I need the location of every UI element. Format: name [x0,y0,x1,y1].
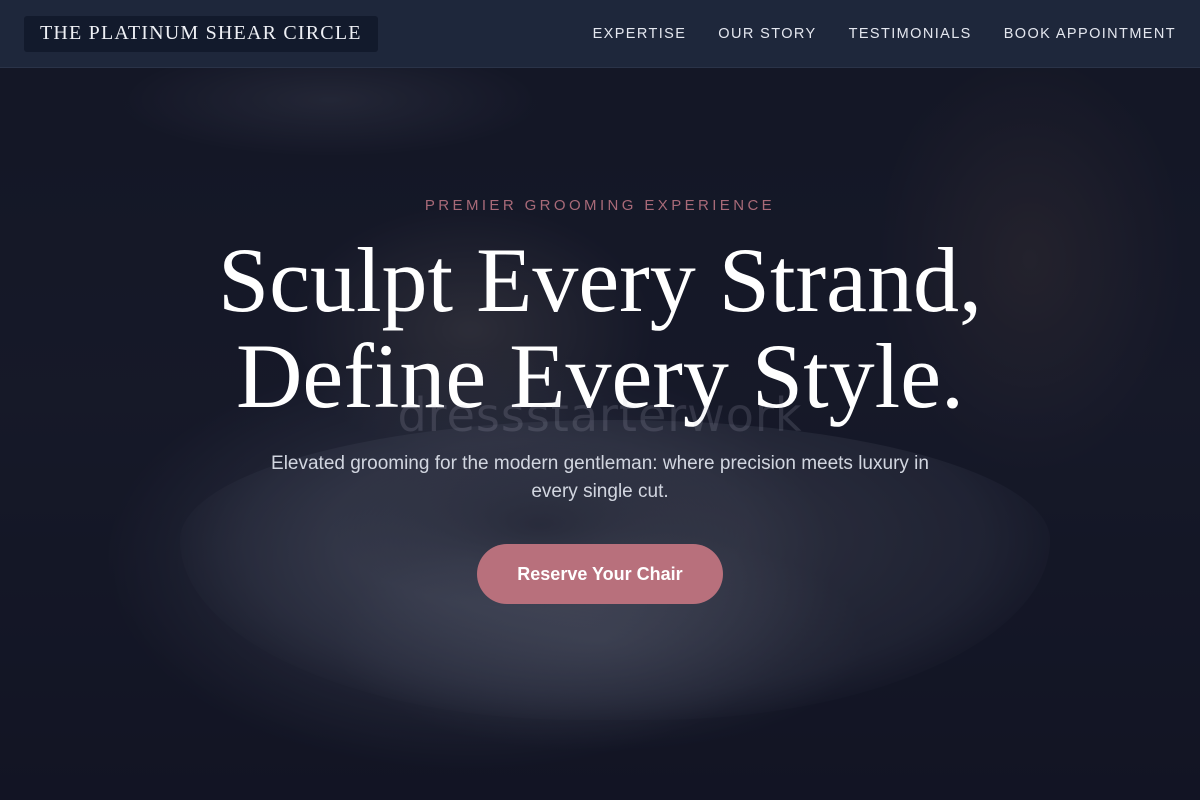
nav-link-expertise[interactable]: EXPERTISE [593,26,687,42]
reserve-chair-button[interactable]: Reserve Your Chair [477,544,723,604]
image-watermark: dressstarterwork [397,388,803,442]
nav-links: EXPERTISE OUR STORY TESTIMONIALS BOOK AP… [593,26,1176,42]
hero-headline-line-1: Sculpt Every Strand, [218,229,982,331]
hero-subtext: Elevated grooming for the modern gentlem… [271,453,929,502]
top-navbar: THE PLATINUM SHEAR CIRCLE EXPERTISE OUR … [0,0,1200,68]
nav-link-testimonials[interactable]: TESTIMONIALS [849,26,972,42]
brand-logo[interactable]: THE PLATINUM SHEAR CIRCLE [24,15,378,52]
hero-eyebrow: PREMIER GROOMING EXPERIENCE [424,197,776,214]
nav-link-our-story[interactable]: OUR STORY [718,26,816,42]
hero-section: PREMIER GROOMING EXPERIENCE Sculpt Every… [0,0,1200,800]
nav-link-book-appointment[interactable]: BOOK APPOINTMENT [1004,26,1176,42]
